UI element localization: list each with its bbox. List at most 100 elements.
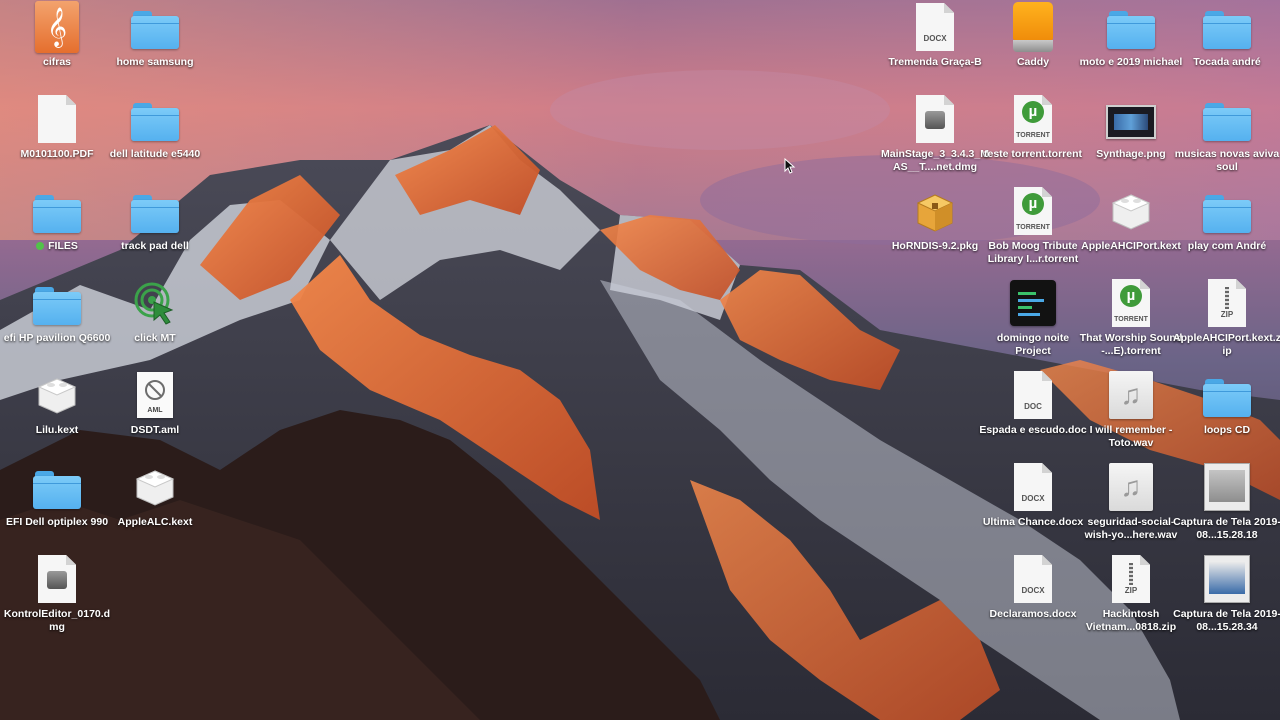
icon-label: Declaramos.docx (989, 608, 1077, 620)
icon-label: Synthage.png (1096, 148, 1166, 160)
icon-label: Espada e escudo.doc (979, 424, 1087, 436)
icon-label: Tremenda Graça-B (888, 56, 982, 68)
icon-label: M0101100.PDF (20, 148, 94, 160)
folder-icon (1107, 11, 1155, 49)
audio-note-icon: ♫ (1109, 371, 1153, 419)
docx-document-icon: DOCX (916, 3, 954, 51)
icon-label: cifras (42, 56, 72, 68)
drive-caddy-icon (1013, 2, 1053, 52)
icon-label: Hackintosh Vietnam...0818.zip (1085, 608, 1177, 633)
folder-icon (33, 195, 81, 233)
green-tag-icon (36, 242, 45, 251)
project-file-icon (1010, 280, 1056, 326)
desktop-icon-click-mt[interactable]: click MT (100, 278, 210, 345)
click-cursor-icon (134, 282, 174, 325)
desktop-icon-dsdt-aml[interactable]: AML DSDT.aml (100, 370, 210, 437)
mouse-pointer-icon (784, 158, 796, 174)
icon-label: That Worship Sound -...E).torrent (1079, 332, 1183, 357)
desktop-icon-moto-e-2019[interactable]: moto e 2019 michael (1076, 2, 1186, 69)
icon-label: Ultima Chance.docx (982, 516, 1084, 528)
desktop-icon-espada-doc[interactable]: DOC Espada e escudo.doc (978, 370, 1088, 437)
icon-label: loops CD (1203, 424, 1251, 436)
icon-label: DSDT.aml (130, 424, 180, 436)
icon-label: FILES (3, 240, 111, 253)
folder-icon (33, 471, 81, 509)
dmg-disk-icon (38, 555, 76, 603)
desktop-icon-declaramos[interactable]: DOCX Declaramos.docx (978, 554, 1088, 621)
desktop-icon-that-worship-torrent[interactable]: µ TORRENT That Worship Sound -...E).torre… (1076, 278, 1186, 358)
desktop-icon-pdf[interactable]: M0101100.PDF (2, 94, 112, 161)
desktop-icon-play-com-andre[interactable]: play com André (1172, 186, 1280, 253)
icon-label: AppleAHCIPort.kext (1081, 240, 1181, 252)
desktop-icon-files[interactable]: FILES (2, 186, 112, 253)
torrent-file-icon: µ TORRENT (1112, 279, 1150, 327)
desktop-icon-mainstage-dmg[interactable]: MainStage_3_3.4.3_MAS__T....net.dmg (880, 94, 990, 174)
folder-icon (131, 195, 179, 233)
desktop-icon-appleahciport-zip[interactable]: ZIP AppleAHCIPort.kext.zip (1172, 278, 1280, 358)
icon-label: moto e 2019 michael (1079, 56, 1183, 68)
icon-label: dell latitude e5440 (109, 148, 201, 160)
icon-label: domingo noite Project (996, 332, 1070, 357)
desktop-icon-hackintosh-zip[interactable]: ZIP Hackintosh Vietnam...0818.zip (1076, 554, 1186, 634)
torrent-file-icon: µ TORRENT (1014, 95, 1052, 143)
desktop-icon-tocada-andre[interactable]: Tocada andré (1172, 2, 1280, 69)
torrent-file-icon: µ TORRENT (1014, 187, 1052, 235)
folder-icon (131, 11, 179, 49)
dmg-disk-icon (916, 95, 954, 143)
desktop-icon-appleahciport-kext[interactable]: AppleAHCIPort.kext (1076, 186, 1186, 253)
screenshot-thumbnail-icon (1204, 555, 1250, 603)
desktop-icon-bob-moog-torrent[interactable]: µ TORRENT Bob Moog Tribute Library I...r.… (978, 186, 1088, 266)
desktop-icon-cifras[interactable]: 𝄞 cifras (2, 1, 112, 69)
folder-icon (1203, 11, 1251, 49)
icon-label: Captura de Tela 2019-08...15.28.34 (1173, 608, 1280, 633)
icon-label: KontrolEditor_0170.dmg (3, 608, 111, 633)
desktop-icon-caddy[interactable]: Caddy (978, 2, 1088, 69)
kext-lego-icon (1111, 194, 1151, 230)
icon-label: AppleAHCIPort.kext.zip (1173, 332, 1280, 357)
desktop-icon-horndis-pkg[interactable]: HoRNDIS-9.2.pkg (880, 186, 990, 253)
desktop-icon-teste-torrent[interactable]: µ TORRENT teste torrent.torrent (978, 94, 1088, 161)
desktop-icon-synthage-png[interactable]: Synthage.png (1076, 94, 1186, 161)
icon-label: musicas novas aviva soul (1174, 148, 1280, 173)
aml-document-icon: AML (137, 372, 173, 418)
docx-document-icon: DOCX (1014, 463, 1052, 511)
icon-label: home samsung (116, 56, 194, 68)
screenshot-thumbnail-icon (1204, 463, 1250, 511)
desktop-icon-captura-2[interactable]: Captura de Tela 2019-08...15.28.34 (1172, 554, 1280, 634)
icon-label: Bob Moog Tribute Library I...r.torrent (987, 240, 1079, 265)
icon-label: seguridad-social-wish-yo...here.wav (1084, 516, 1178, 541)
desktop-icon-efi-dell-optiplex[interactable]: EFI Dell optiplex 990 (2, 462, 112, 529)
desktop-icon-loops-cd[interactable]: loops CD (1172, 370, 1280, 437)
desktop-icon-tremenda-graca[interactable]: DOCX Tremenda Graça-B (880, 2, 990, 69)
icon-label: HoRNDIS-9.2.pkg (891, 240, 979, 252)
zip-archive-icon: ZIP (1208, 279, 1246, 327)
icon-label: efi HP pavilion Q6600 (3, 332, 111, 344)
icon-label: I will remember - Toto.wav (1089, 424, 1173, 449)
desktop-icon-home-samsung[interactable]: home samsung (100, 2, 210, 69)
desktop-icon-efi-hp-pavilion[interactable]: efi HP pavilion Q6600 (2, 278, 112, 345)
desktop-icon-track-pad-dell[interactable]: track pad dell (100, 186, 210, 253)
folder-icon (1203, 195, 1251, 233)
icon-label: play com André (1187, 240, 1267, 252)
desktop-icon-i-will-remember-wav[interactable]: ♫ I will remember - Toto.wav (1076, 370, 1186, 450)
desktop-icon-domingo-noite[interactable]: domingo noite Project (978, 278, 1088, 358)
kext-lego-icon (37, 378, 77, 414)
icon-label: click MT (134, 332, 176, 344)
desktop-icon-seguridad-wav[interactable]: ♫ seguridad-social-wish-yo...here.wav (1076, 462, 1186, 542)
desktop-icon-lilu-kext[interactable]: Lilu.kext (2, 370, 112, 437)
desktop-icon-ultima-chance[interactable]: DOCX Ultima Chance.docx (978, 462, 1088, 529)
desktop-icon-dell-latitude[interactable]: dell latitude e5440 (100, 94, 210, 161)
desktop-icon-applealc-kext[interactable]: AppleALC.kext (100, 462, 210, 529)
desktop-icon-kontroleditor-dmg[interactable]: KontrolEditor_0170.dmg (2, 554, 112, 634)
icon-label: teste torrent.torrent (983, 148, 1082, 160)
icon-label: Tocada andré (1193, 56, 1261, 68)
desktop-icon-musicas-novas[interactable]: musicas novas aviva soul (1172, 94, 1280, 174)
icon-label: track pad dell (121, 240, 189, 252)
doc-document-icon: DOC (1014, 371, 1052, 419)
desktop-icon-captura-1[interactable]: Captura de Tela 2019-08...15.28.18 (1172, 462, 1280, 542)
pdf-document-icon (38, 95, 76, 143)
audio-note-icon: ♫ (1109, 463, 1153, 511)
docx-document-icon: DOCX (1014, 555, 1052, 603)
icon-label: Lilu.kext (35, 424, 79, 436)
zip-archive-icon: ZIP (1112, 555, 1150, 603)
